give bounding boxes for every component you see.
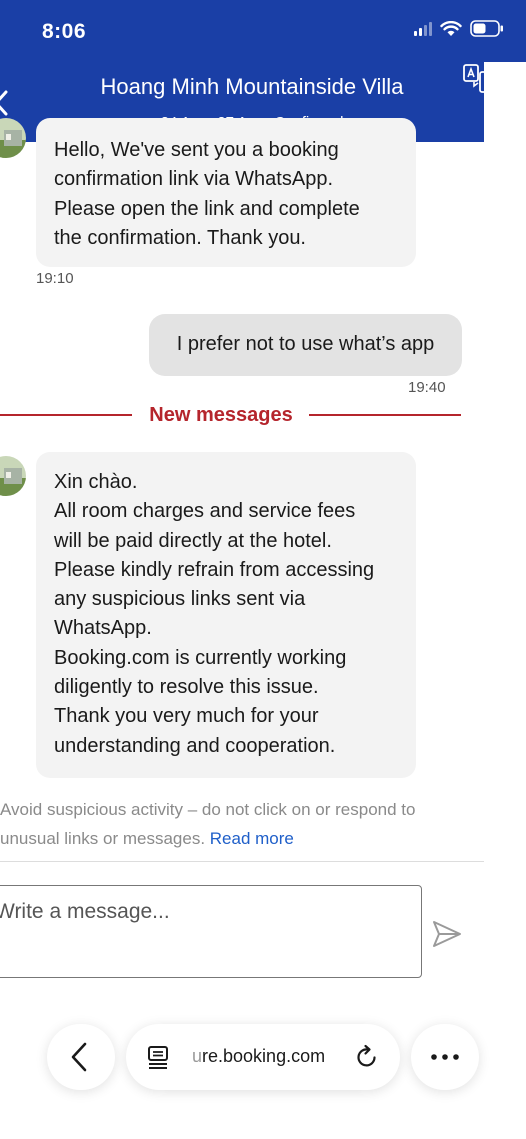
url-text-main: re.booking.com <box>202 1046 326 1066</box>
message-line: All room charges and service fees <box>54 500 356 523</box>
message-line: Please open the link and complete <box>54 197 360 220</box>
message-time: 19:10 <box>36 270 74 287</box>
back-chevron-icon[interactable] <box>0 86 18 120</box>
warning-text: Avoid suspicious activity – do not click… <box>0 800 416 819</box>
reader-mode-icon[interactable] <box>146 1044 172 1070</box>
translate-icon[interactable] <box>462 62 488 96</box>
wifi-icon <box>440 20 462 36</box>
reload-icon[interactable] <box>354 1044 380 1070</box>
url-text[interactable]: ure.booking.com <box>192 1046 325 1067</box>
message-time: 19:40 <box>408 379 446 396</box>
status-bar: 8:06 <box>0 0 526 62</box>
send-icon[interactable] <box>431 918 463 950</box>
message-line: confirmation link via WhatsApp. <box>54 168 334 191</box>
separator <box>0 861 484 862</box>
status-icons <box>414 20 504 37</box>
read-more-link[interactable]: Read more <box>210 829 294 848</box>
message-line: Thank you very much for your <box>54 705 319 728</box>
safety-warning: Avoid suspicious activity – do not click… <box>0 795 484 853</box>
url-text-faded: u <box>192 1046 203 1066</box>
message-line: diligently to resolve this issue. <box>54 676 319 699</box>
browser-back-icon <box>71 1042 87 1072</box>
browser-back-button[interactable] <box>47 1024 115 1090</box>
battery-icon <box>470 20 503 37</box>
status-time: 8:06 <box>42 20 87 43</box>
message-line: Booking.com is currently working <box>54 646 347 669</box>
hotel-avatar <box>0 456 26 496</box>
more-icon <box>431 1054 459 1060</box>
outgoing-message: I prefer not to use what’s app <box>149 314 462 376</box>
message-input[interactable] <box>0 900 395 924</box>
incoming-message: Hello, We've sent you a booking confirma… <box>36 118 416 267</box>
message-line: Hello, We've sent you a booking <box>54 139 339 161</box>
signal-icon <box>414 21 432 36</box>
warning-text: unusual links or messages. <box>0 829 206 848</box>
message-line: understanding and cooperation. <box>54 734 336 757</box>
message-line: the confirmation. Thank you. <box>54 226 306 249</box>
more-button[interactable] <box>411 1024 479 1090</box>
new-messages-divider: New messages <box>149 404 293 426</box>
address-bar[interactable]: ure.booking.com <box>126 1024 400 1090</box>
message-composer[interactable] <box>0 885 422 978</box>
message-text: I prefer not to use what’s app <box>176 333 435 356</box>
divider-line-right <box>309 414 461 416</box>
message-line: Please kindly refrain from accessing <box>54 558 375 581</box>
incoming-message: Xin chào. All room charges and service f… <box>36 452 416 778</box>
message-line: will be paid directly at the hotel. <box>54 529 332 552</box>
message-line: Xin chào. <box>54 471 138 493</box>
message-line: WhatsApp. <box>54 617 152 640</box>
property-title: Hoang Minh Mountainside Villa <box>100 74 404 99</box>
message-line: any suspicious links sent via <box>54 588 306 611</box>
